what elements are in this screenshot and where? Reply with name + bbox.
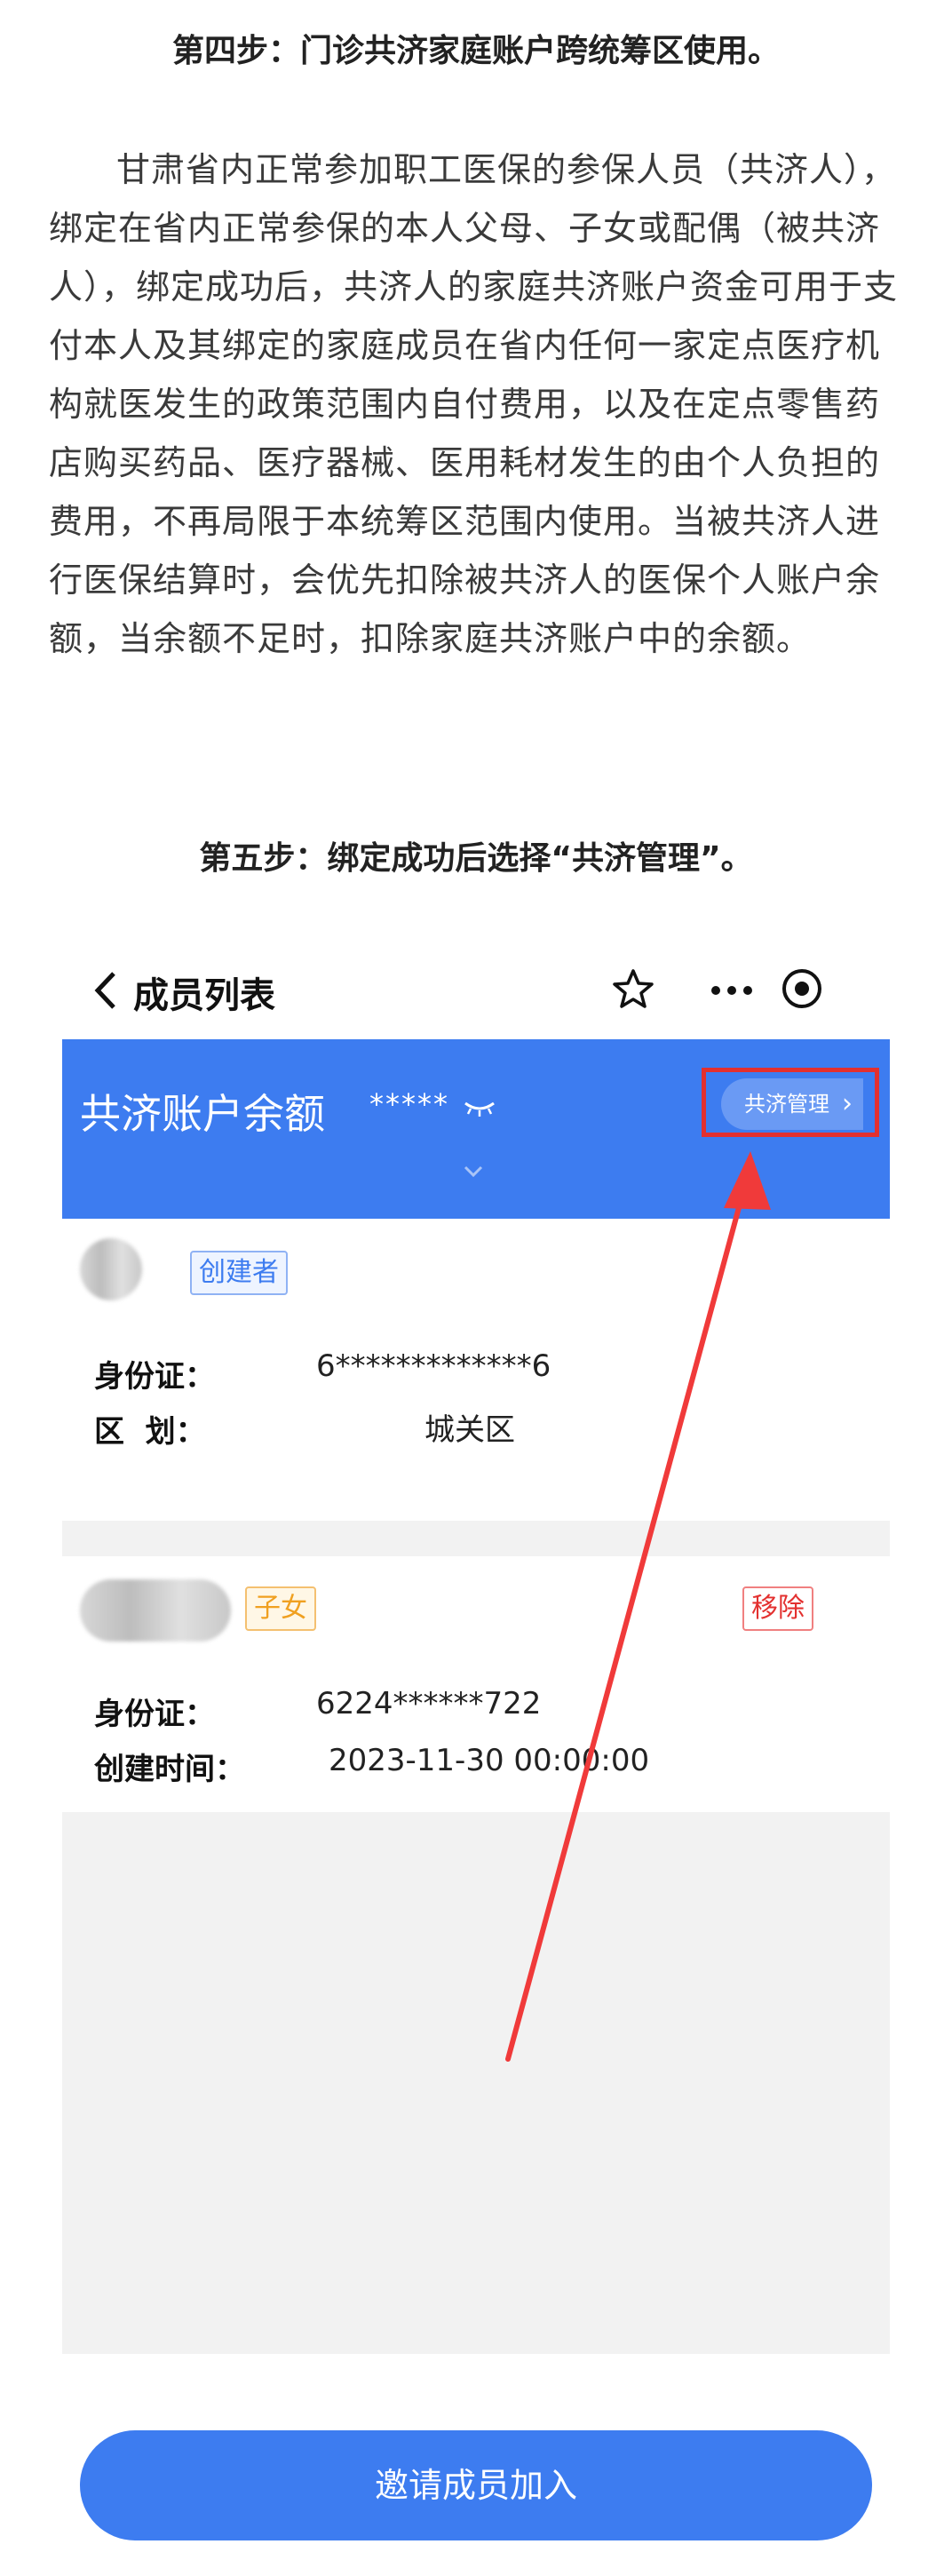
highlight-box xyxy=(702,1068,879,1137)
created-time-label: 创建时间： xyxy=(94,1752,245,1787)
avatar xyxy=(80,1579,231,1642)
step5-title: 第五步：绑定成功后选择“共济管理”。 xyxy=(199,840,753,877)
id-value: 6*************6 xyxy=(316,1348,551,1384)
page-title: 成员列表 xyxy=(133,975,275,1016)
chevron-down-icon[interactable] xyxy=(462,1164,485,1180)
target-icon[interactable] xyxy=(780,966,824,1011)
balance-banner: 共济账户余额 ***** 共济管理 › xyxy=(62,1039,890,1219)
invite-member-button[interactable]: 邀请成员加入 xyxy=(80,2430,872,2540)
member-card-child: 子女 移除 身份证： 6224******722 创建时间： 2023-11-3… xyxy=(62,1556,890,1812)
region-label: 区 划： xyxy=(94,1414,206,1450)
eye-closed-icon[interactable] xyxy=(462,1098,497,1119)
creator-tag: 创建者 xyxy=(190,1251,288,1295)
app-screenshot: 成员列表 共济账户余额 ***** 共济管理 › 创建者 身份证： 6*****… xyxy=(62,942,890,2576)
balance-label: 共济账户余额 xyxy=(80,1090,325,1138)
step4-title: 第四步：门诊共济家庭账户跨统筹区使用。 xyxy=(171,33,780,69)
avatar xyxy=(80,1238,142,1300)
id-value: 6224******722 xyxy=(316,1686,542,1721)
back-icon[interactable] xyxy=(89,968,124,1013)
balance-masked-value: ***** xyxy=(369,1087,449,1121)
id-label: 身份证： xyxy=(94,1359,215,1395)
more-icon[interactable] xyxy=(705,968,758,1013)
remove-button[interactable]: 移除 xyxy=(742,1586,813,1631)
article-paragraph: 甘肃省内正常参加职工医保的参保人员（共济人），绑定在省内正常参保的本人父母、子女… xyxy=(49,150,899,658)
created-time-value: 2023-11-30 00:00:00 xyxy=(329,1743,650,1778)
member-card-creator: 创建者 身份证： 6*************6 区 划： 城关区 xyxy=(62,1219,890,1556)
divider xyxy=(62,1521,890,1556)
empty-list-area xyxy=(62,1812,890,2354)
id-label: 身份证： xyxy=(94,1697,215,1732)
child-tag: 子女 xyxy=(245,1586,316,1631)
top-nav-bar: 成员列表 xyxy=(62,942,890,1039)
star-icon[interactable] xyxy=(611,966,655,1011)
region-value: 城关区 xyxy=(424,1412,515,1448)
